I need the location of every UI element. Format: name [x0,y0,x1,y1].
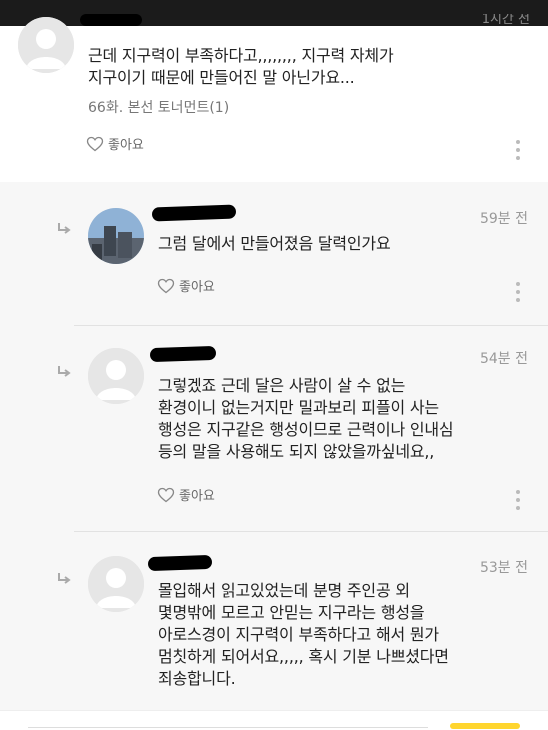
like-button[interactable]: 좋아요 [86,134,144,153]
avatar[interactable] [88,208,144,264]
like-button[interactable]: 좋아요 [157,485,215,504]
like-label: 좋아요 [108,138,144,153]
avatar[interactable] [88,348,144,404]
reply-arrow-icon [58,366,71,377]
reply-time: 54분 전 [479,351,528,367]
divider [74,531,548,532]
avatar[interactable] [88,556,144,612]
reply-text: 그럼 달에서 만들어졌음 달력인가요 [158,234,391,253]
reply-input[interactable] [28,727,428,728]
comment-time: 1시간 전 [481,14,530,26]
like-label: 좋아요 [179,489,215,504]
default-avatar-icon [88,556,144,612]
heart-icon [86,136,104,151]
reply-arrow-icon [58,573,71,584]
submit-button[interactable] [450,723,520,729]
reply-time: 59분 전 [479,211,528,227]
heart-icon [157,487,175,502]
more-options-button[interactable] [512,490,524,512]
divider [74,325,548,326]
like-label: 좋아요 [179,280,215,295]
top-bar: 1시간 전 [0,0,548,26]
reply-time: 53분 전 [479,560,528,576]
redacted-name [149,345,217,363]
redacted-name [80,14,142,26]
replies-section: 59분 전 그럼 달에서 만들어졌음 달력인가요 좋아요 54분 전 그렇겠죠 … [0,182,548,710]
redacted-name [151,204,237,222]
bottom-bar [0,710,548,730]
redacted-name [147,554,213,572]
more-options-button[interactable] [512,140,524,162]
like-button[interactable]: 좋아요 [157,276,215,295]
episode-label[interactable]: 66화. 본선 토너먼트(1) [88,97,229,117]
reply-arrow-icon [58,223,71,234]
comment-text: 근데 지구력이 부족하다고,,,,,,,, 지구력 자체가 지구이기 때문에 만… [88,46,394,87]
photo-avatar-icon [88,208,144,264]
avatar[interactable] [18,17,74,73]
default-avatar-icon [18,17,74,73]
more-options-button[interactable] [512,282,524,304]
heart-icon [157,278,175,293]
default-avatar-icon [88,348,144,404]
reply-text: 그렇겠죠 근데 달은 사람이 살 수 없는 환경이니 없는거지만 밀과보리 피플… [158,376,454,461]
reply-text: 몰입해서 읽고있었는데 분명 주인공 외 몇명밖에 모르고 안믿는 지구라는 행… [158,581,449,688]
